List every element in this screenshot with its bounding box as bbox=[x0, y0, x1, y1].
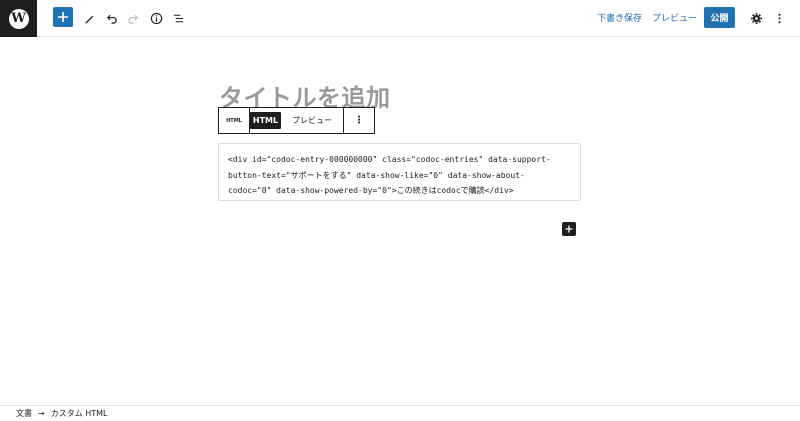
breadcrumb: 文書 → カスタム HTML bbox=[0, 405, 800, 421]
code-line: codoc="0" data-show-powered-by="0">この続きは… bbox=[228, 186, 514, 195]
list-view-icon bbox=[173, 14, 183, 22]
options-button[interactable] bbox=[768, 7, 790, 29]
code-line: button-text="サポートをする" data-show-like="0"… bbox=[228, 170, 525, 180]
details-button[interactable] bbox=[145, 7, 167, 29]
block-options-button[interactable]: ⋮ bbox=[344, 108, 374, 133]
gear-icon bbox=[750, 12, 762, 24]
html-tab-label: HTML bbox=[249, 112, 282, 129]
tools-button[interactable] bbox=[78, 7, 100, 29]
list-view-button[interactable] bbox=[167, 7, 189, 29]
html-code-editor[interactable]: <div id="codoc-entry-000000000" class="c… bbox=[218, 143, 581, 201]
undo-button[interactable] bbox=[100, 7, 122, 29]
preview-tab[interactable]: プレビュー bbox=[281, 108, 344, 133]
redo-icon bbox=[127, 14, 138, 24]
add-block-button[interactable] bbox=[53, 7, 73, 27]
more-vertical-icon bbox=[777, 13, 781, 23]
code-line: <div id="codoc-entry-000000000" class="c… bbox=[228, 155, 551, 164]
block-type-switcher[interactable]: HTML bbox=[219, 108, 250, 133]
html-tab[interactable]: HTML bbox=[249, 108, 282, 133]
editor-top-bar: W 下書き保存 プレビュー 公開 bbox=[0, 0, 800, 37]
block-inserter-button[interactable] bbox=[562, 222, 576, 236]
save-draft-button[interactable]: 下書き保存 bbox=[597, 11, 642, 24]
wordpress-logo[interactable]: W bbox=[0, 0, 37, 37]
arrow-right-icon: → bbox=[38, 409, 45, 418]
block-toolbar: HTML HTML プレビュー ⋮ bbox=[218, 107, 375, 134]
more-vertical-icon: ⋮ bbox=[354, 115, 364, 126]
breadcrumb-custom-html[interactable]: カスタム HTML bbox=[51, 408, 108, 419]
plus-icon bbox=[58, 12, 68, 22]
pencil-icon bbox=[84, 15, 93, 24]
publish-button[interactable]: 公開 bbox=[704, 7, 735, 28]
breadcrumb-document[interactable]: 文書 bbox=[16, 408, 32, 419]
redo-button[interactable] bbox=[122, 7, 144, 29]
info-icon bbox=[150, 12, 162, 24]
plus-icon bbox=[565, 225, 573, 233]
settings-button[interactable] bbox=[745, 7, 767, 29]
undo-icon bbox=[106, 14, 117, 24]
html-block-icon: HTML bbox=[226, 117, 242, 124]
wordpress-icon: W bbox=[8, 8, 29, 29]
preview-button[interactable]: プレビュー bbox=[652, 11, 697, 24]
